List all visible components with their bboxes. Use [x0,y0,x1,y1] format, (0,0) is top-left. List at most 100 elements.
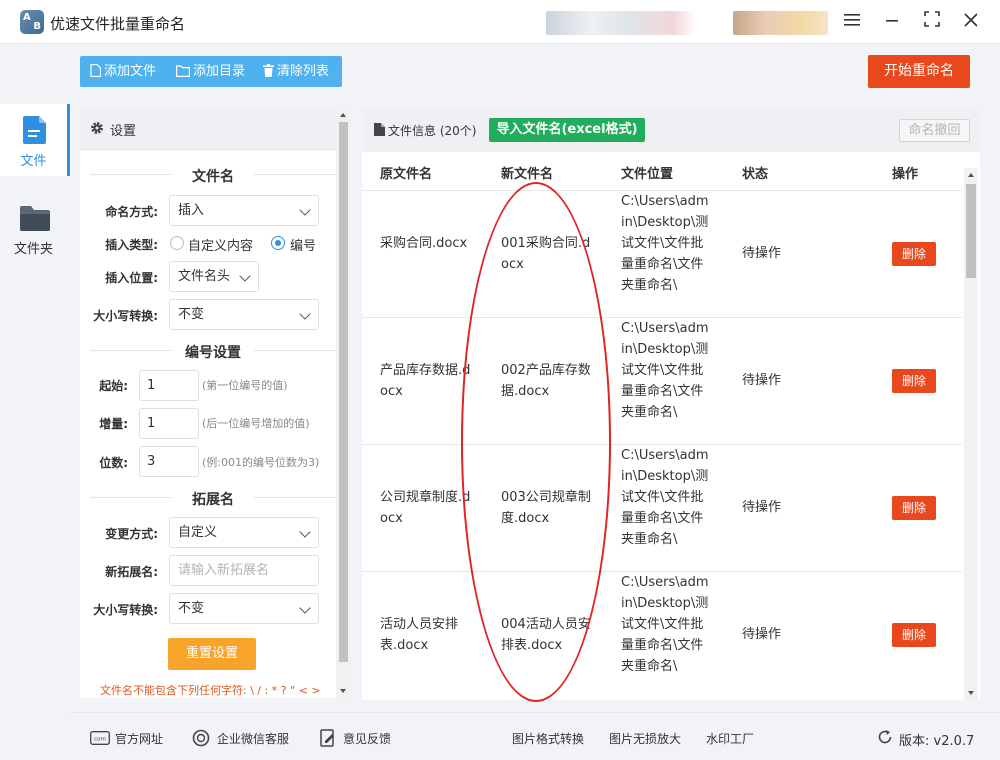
divider [254,174,336,175]
gear-icon [91,122,103,134]
table-row[interactable]: 产品库存数据.docx 002产品库存数据.docx C:\Users\admi… [362,317,962,444]
ext-case-select[interactable]: 不变 [169,593,319,624]
new-ext-input[interactable]: 请输入新拓展名 [169,555,319,586]
svg-text:com: com [94,737,106,743]
scrollbar-thumb[interactable] [966,184,976,278]
maximize-icon[interactable] [918,8,946,36]
start-hint: (第一位编号的值) [202,379,288,392]
menu-icon[interactable] [838,8,866,36]
radio-number-label: 编号 [290,239,317,254]
watermark-link[interactable]: 水印工厂 [706,730,754,747]
file-info-title: 文件信息 (20个) [388,124,477,138]
scroll-up-icon[interactable] [967,173,974,177]
file-list-panel: 文件信息 (20个) 导入文件名(excel格式) 命名撤回 原文件名 新文件名… [362,108,980,700]
divider [254,497,336,498]
radio-custom-content[interactable] [170,236,184,250]
scroll-down-icon[interactable] [340,689,346,693]
divider [254,350,336,351]
invalid-chars-warning: 文件名不能包含下列任何字符: \ / : * ? " < > [100,684,321,697]
col-header-action: 操作 [892,167,919,182]
ext-mode-label: 变更方式: [105,527,158,541]
start-rename-button[interactable]: 开始重命名 [868,55,970,88]
scroll-down-icon[interactable] [967,691,974,695]
step-input[interactable]: 1 [139,408,199,439]
image-enlarge-link[interactable]: 图片无损放大 [609,730,681,747]
ext-mode-select[interactable]: 自定义 [169,517,319,548]
chevron-down-icon [299,602,311,614]
new-ext-label: 新拓展名: [105,565,158,579]
cell-location: C:\Users\admin\Desktop\测试文件\文件批量重命名\文件夹重… [621,321,709,420]
divider [90,174,172,175]
nav-item-folder[interactable]: 文件夹 [0,192,70,264]
cell-location: C:\Users\admin\Desktop\测试文件\文件批量重命名\文件夹重… [621,448,709,547]
settings-scrollbar[interactable] [337,108,350,698]
file-icon [23,116,46,144]
undo-rename-button[interactable]: 命名撤回 [899,119,970,142]
delete-button[interactable]: 删除 [892,369,936,393]
document-icon [374,123,385,136]
import-filenames-button[interactable]: 导入文件名(excel格式) [489,118,645,142]
table-row[interactable]: 采购合同.docx 001采购合同.docx C:\Users\admin\De… [362,190,962,317]
scrollbar-thumb[interactable] [339,122,348,662]
table-row[interactable]: 活动人员安排表.docx 004活动人员安排表.docx C:\Users\ad… [362,571,962,698]
digits-input[interactable]: 3 [139,446,199,477]
website-icon: com [90,731,110,745]
cell-new-name: 001采购合同.docx [501,236,591,272]
wechat-support-link[interactable]: 企业微信客服 [217,730,289,747]
cell-original-name: 产品库存数据.docx [380,363,471,399]
cell-new-name: 003公司规章制度.docx [501,490,591,526]
cell-new-name: 004活动人员安排表.docx [501,617,591,653]
divider [90,497,172,498]
file-list-scrollbar[interactable] [964,168,978,700]
cell-status: 待操作 [742,627,782,642]
title-bar: A B 优速文件批量重命名 [0,0,1000,44]
start-input[interactable]: 1 [139,370,199,401]
delete-button[interactable]: 删除 [892,496,936,520]
col-header-original: 原文件名 [380,167,433,182]
app-logo: A B [20,10,44,34]
file-list-header: 文件信息 (20个) 导入文件名(excel格式) 命名撤回 [362,108,980,152]
left-nav: 文件 文件夹 [0,44,70,760]
divider [90,350,172,351]
step-label: 增量: [99,417,128,431]
reset-settings-button[interactable]: 重置设置 [168,638,256,670]
section-title-ext: 拓展名 [192,492,234,508]
start-label: 起始: [99,379,128,393]
blurred-avatar [733,11,828,35]
image-convert-link[interactable]: 图片格式转换 [512,730,584,747]
folder-outline-icon [176,65,190,77]
digits-hint: (例:001的编号位数为3) [202,456,320,469]
official-site-link[interactable]: 官方网址 [115,730,163,747]
close-icon[interactable] [957,8,985,36]
naming-mode-select[interactable]: 插入 [169,195,319,226]
case-select[interactable]: 不变 [169,299,319,330]
cell-location: C:\Users\admin\Desktop\测试文件\文件批量重命名\文件夹重… [621,194,709,293]
table-row[interactable]: 公司规章制度.docx 003公司规章制度.docx C:\Users\admi… [362,444,962,571]
add-dir-button[interactable]: 添加目录 [176,56,245,87]
settings-panel: 设置 文件名 命名方式: 插入 插入类型: 自定义内容 编号 插入位置: 文件名… [80,108,336,698]
add-file-button[interactable]: 添加文件 [90,56,156,87]
nav-item-file[interactable]: 文件 [0,104,70,176]
delete-button[interactable]: 删除 [892,623,936,647]
cell-status: 待操作 [742,500,782,515]
insert-pos-label: 插入位置: [105,271,158,285]
wechat-icon [192,729,210,747]
blurred-user-info [546,11,696,35]
naming-mode-label: 命名方式: [105,205,158,219]
cell-original-name: 采购合同.docx [380,236,468,251]
chevron-down-icon [299,204,311,216]
cell-original-name: 活动人员安排表.docx [380,617,459,653]
step-hint: (后一位编号增加的值) [202,417,310,430]
scroll-up-icon[interactable] [340,113,346,117]
feedback-link[interactable]: 意见反馈 [343,730,391,747]
app-title: 优速文件批量重命名 [50,15,186,33]
radio-number[interactable] [271,236,285,250]
insert-pos-select[interactable]: 文件名头 [169,261,259,292]
cell-status: 待操作 [742,246,782,261]
clear-list-button[interactable]: 清除列表 [263,56,329,87]
minimize-icon[interactable] [878,8,906,36]
delete-button[interactable]: 删除 [892,242,936,266]
cell-original-name: 公司规章制度.docx [380,490,471,526]
col-header-new: 新文件名 [501,167,554,182]
radio-custom-content-label: 自定义内容 [188,239,254,254]
